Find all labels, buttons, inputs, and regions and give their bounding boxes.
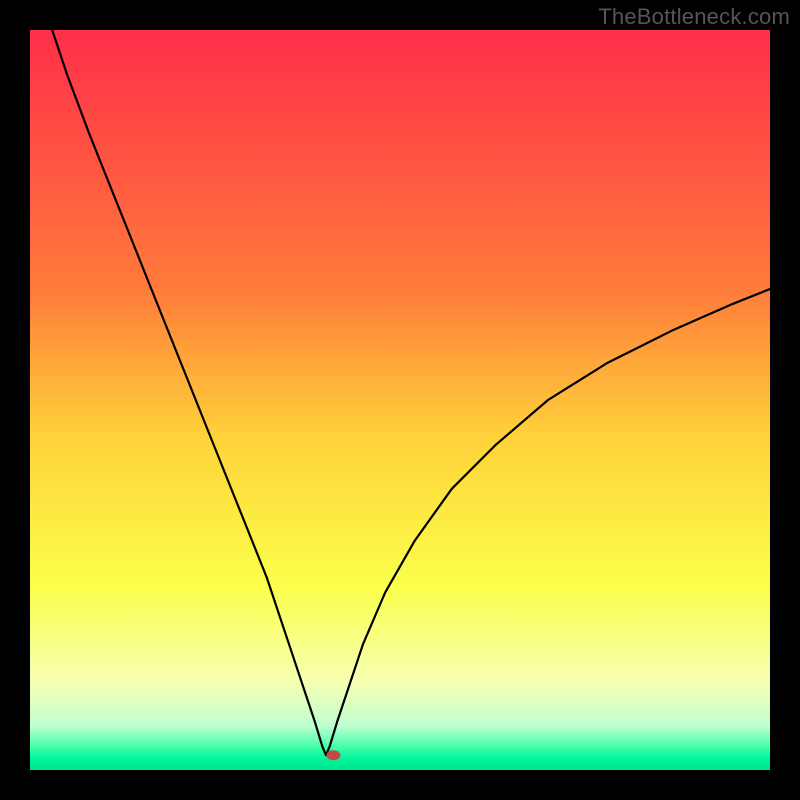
chart-frame: TheBottleneck.com bbox=[0, 0, 800, 800]
watermark-text: TheBottleneck.com bbox=[598, 4, 790, 30]
optimal-marker bbox=[326, 750, 340, 760]
bottleneck-chart bbox=[30, 30, 770, 770]
plot-area bbox=[30, 30, 770, 770]
chart-background bbox=[30, 30, 770, 770]
